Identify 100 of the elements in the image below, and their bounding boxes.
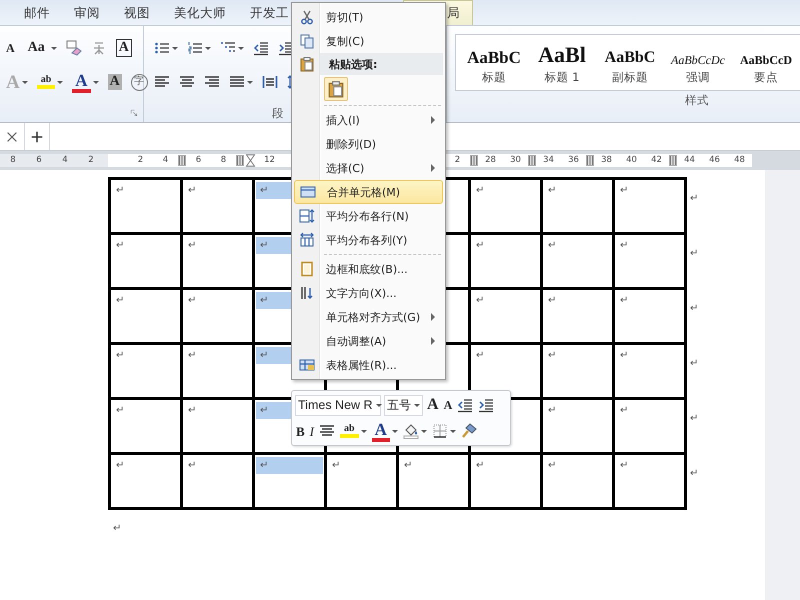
menu-item[interactable]: 选择(C) (294, 156, 443, 180)
shrink-font-button[interactable]: A (442, 394, 454, 416)
italic-button[interactable]: I (308, 420, 316, 442)
paragraph-mark: ↵ (476, 460, 484, 470)
font-color-button[interactable]: A (70, 70, 101, 94)
text-direction-icon (299, 285, 315, 301)
font-size-field[interactable]: 五号 (384, 394, 423, 416)
caret-icon (50, 46, 57, 50)
clipboard-icon (327, 80, 345, 98)
paragraph-mark: ↵ (476, 296, 484, 306)
grow-font-button[interactable]: A (426, 394, 440, 416)
column-marker[interactable] (586, 155, 594, 166)
row-end-mark: ↵ (690, 302, 698, 314)
distribute-columns-icon (299, 232, 315, 248)
paragraph-mark: ↵ (476, 186, 484, 196)
submenu-arrow-icon (431, 313, 435, 321)
group-label: 样式 (685, 92, 709, 108)
column-marker[interactable] (528, 155, 536, 166)
shrink-font-button[interactable]: A (4, 36, 17, 60)
style-preview[interactable]: AaBbCcDc (671, 54, 725, 66)
scissors-icon (299, 9, 315, 25)
style-preview[interactable]: AaBbCcD (740, 54, 792, 66)
menu-item[interactable]: 边框和底纹(B)... (294, 257, 443, 281)
decrease-indent-icon (253, 40, 269, 56)
caret-icon (414, 404, 420, 406)
ribbon-tab[interactable]: 审阅 (62, 0, 112, 25)
ruler-number: 2 (136, 154, 144, 167)
menu-item[interactable]: 平均分布各行(N) (294, 204, 443, 228)
menu-item[interactable]: 平均分布各列(Y) (294, 228, 443, 252)
style-preview[interactable]: AaBbC (604, 50, 656, 66)
font-color-button[interactable]: A (370, 420, 399, 442)
style-name: 标题 (482, 70, 506, 85)
paragraph-mark: ↵ (188, 240, 196, 250)
menu-item[interactable]: 插入(I) (294, 108, 443, 132)
caret-icon (392, 430, 398, 432)
close-icon (5, 130, 19, 144)
increase-indent-icon (278, 40, 294, 56)
column-marker[interactable] (669, 155, 677, 166)
ribbon-tab[interactable]: 美化大师 (162, 0, 238, 25)
ruler-number: 4 (61, 154, 69, 167)
caret-icon (205, 46, 211, 50)
merge-cells-icon (300, 184, 316, 200)
paragraph-mark: ↵ (548, 460, 556, 470)
row-end-mark: ↵ (690, 468, 698, 478)
change-case-button[interactable]: Aa (22, 36, 59, 60)
row-end-mark: ↵ (690, 358, 698, 368)
ruler-number: 38 (600, 154, 613, 167)
caret-icon (172, 46, 178, 50)
caret-icon (360, 430, 367, 432)
style-preview[interactable]: AaBbC (467, 49, 521, 66)
paragraph-mark: ↵ (404, 460, 412, 470)
add-icon (30, 130, 44, 144)
paragraph-mark: ↵ (620, 460, 628, 470)
column-marker[interactable] (178, 155, 186, 166)
section-title: 粘贴选项: (329, 56, 378, 72)
increase-indent-icon (478, 397, 494, 413)
menu-item[interactable]: 单元格对齐方式(G) (294, 305, 443, 329)
menu-item[interactable]: 表格属性(R)... (294, 353, 443, 377)
ruler-number: 4 (162, 154, 170, 167)
submenu-arrow-icon (431, 116, 435, 124)
paragraph-mark: ↵ (548, 186, 556, 196)
menu-item[interactable]: 自动调整(A) (294, 329, 443, 353)
numbering-icon (187, 40, 203, 56)
paste-option-button[interactable] (324, 77, 348, 101)
ruler-number: 8 (220, 154, 228, 167)
ruler-number: 2 (87, 154, 95, 167)
style-preview[interactable]: AaBl (538, 44, 586, 66)
menu-item[interactable]: 剪切(T) (294, 5, 443, 29)
launcher-icon (130, 108, 139, 118)
font-name-field[interactable]: Times New R (295, 394, 381, 416)
character-border-button[interactable]: A (114, 36, 134, 60)
clear-format-icon (66, 40, 82, 56)
menu-item[interactable]: 文字方向(X)... (294, 281, 443, 305)
ruler-number: 44 (683, 154, 696, 167)
paragraph-mark: ↵ (260, 350, 268, 360)
ribbon-tab[interactable]: 邮件 (12, 0, 62, 25)
paragraph-mark: ↵ (116, 240, 124, 250)
caret-icon (22, 80, 28, 84)
bold-button[interactable]: B (295, 420, 306, 442)
highlight-button[interactable]: ab (339, 420, 368, 442)
ribbon-tab[interactable]: 视图 (112, 0, 162, 25)
group-label: 段 (272, 106, 284, 120)
column-marker[interactable] (470, 155, 478, 166)
highlight-button[interactable]: ab (34, 70, 66, 94)
dialog-launcher-button[interactable] (130, 108, 139, 118)
paragraph-mark: ↵ (620, 186, 628, 196)
table-properties-icon (299, 357, 315, 373)
menu-item[interactable]: 复制(C) (294, 29, 443, 53)
menu-item[interactable]: 合并单元格(M) (294, 180, 443, 204)
menu-item[interactable]: 删除列(D) (294, 132, 443, 156)
paragraph-mark: ↵ (476, 240, 484, 250)
ruler-number: 12 (263, 154, 276, 167)
row-end-mark: ↵ (690, 248, 698, 258)
column-marker[interactable] (236, 155, 244, 166)
ruler-number: 2 (454, 154, 462, 167)
paragraph-mark: ↵ (188, 296, 196, 306)
decrease-indent-icon (457, 397, 474, 413)
paragraph-mark: ↵ (260, 240, 268, 250)
ruler-number: 48 (733, 154, 746, 167)
ruler-number: 34 (542, 154, 555, 167)
